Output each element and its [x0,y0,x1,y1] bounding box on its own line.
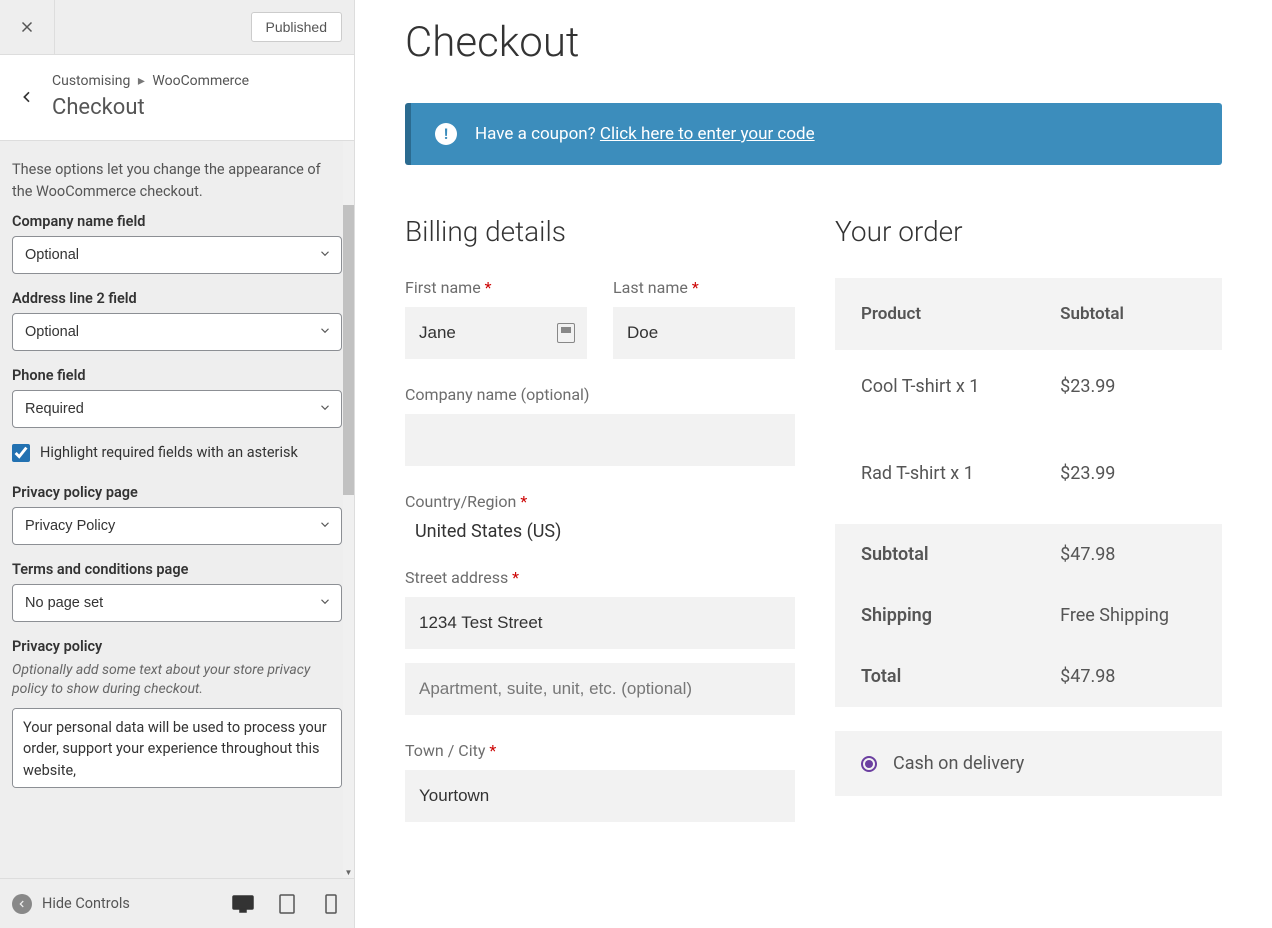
th-subtotal: Subtotal [1034,278,1222,350]
total-value: $47.98 [1034,646,1222,707]
billing-heading: Billing details [405,215,795,248]
terms-page-select[interactable]: No page set [12,584,342,622]
address2-field-select[interactable]: Optional [12,313,342,351]
highlight-required-label: Highlight required fields with an asteri… [40,444,298,461]
payment-method-label: Cash on delivery [893,753,1024,774]
company-field-label: Company name field [12,213,342,230]
city-label: Town / City * [405,741,795,760]
close-customizer-button[interactable] [0,0,55,55]
sidebar-scroll[interactable]: ▲ ▼ These options let you change the app… [0,141,354,878]
privacy-text-label: Privacy policy [12,638,342,655]
hide-controls-button[interactable]: Hide Controls [12,894,130,914]
total-label: Total [835,646,1034,707]
address2-input[interactable] [405,663,795,715]
back-button[interactable] [16,79,38,115]
company-name-label: Company name (optional) [405,385,795,404]
address2-field-label: Address line 2 field [12,290,342,307]
th-product: Product [835,278,1034,350]
breadcrumb-root: Customising [52,73,130,89]
preview-pane[interactable]: Checkout ! Have a coupon? Click here to … [355,0,1272,928]
table-row: Cool T-shirt x 1 $23.99 [835,350,1222,423]
autofill-icon[interactable] [557,323,575,343]
company-name-input[interactable] [405,414,795,466]
section-intro: These options let you change the appeara… [12,159,342,213]
chevron-left-icon [12,894,32,914]
phone-field-select[interactable]: Required [12,390,342,428]
coupon-notice: ! Have a coupon? Click here to enter you… [405,103,1222,165]
payment-method-row[interactable]: Cash on delivery [835,731,1222,796]
first-name-label: First name * [405,278,587,297]
tablet-device-icon[interactable] [276,893,298,915]
publish-button[interactable]: Published [251,12,343,42]
shipping-value: Free Shipping [1034,585,1222,646]
mobile-device-icon[interactable] [320,893,342,915]
privacy-text-textarea[interactable]: Your personal data will be used to proce… [12,708,342,788]
country-label: Country/Region * [405,492,795,511]
info-icon: ! [435,123,457,145]
country-value[interactable]: United States (US) [405,521,795,542]
coupon-link[interactable]: Click here to enter your code [600,124,815,144]
chevron-right-icon: ▸ [138,73,145,89]
notice-prefix: Have a coupon? [475,124,600,144]
scrollbar-thumb[interactable] [343,205,354,495]
terms-page-label: Terms and conditions page [12,561,342,578]
shipping-label: Shipping [835,585,1034,646]
city-input[interactable] [405,770,795,822]
desktop-device-icon[interactable] [232,893,254,915]
breadcrumb-parent: WooCommerce [152,73,249,89]
privacy-text-hint: Optionally add some text about your stor… [12,661,342,700]
section-title: Checkout [52,95,249,120]
street-input[interactable] [405,597,795,649]
scroll-down-icon[interactable]: ▼ [343,867,354,878]
company-field-select[interactable]: Optional [12,236,342,274]
page-title: Checkout [405,18,1222,67]
breadcrumb: Customising ▸ WooCommerce [52,73,249,89]
subtotal-value: $47.98 [1034,524,1222,585]
last-name-label: Last name * [613,278,795,297]
subtotal-label: Subtotal [835,524,1034,585]
street-label: Street address * [405,568,795,587]
radio-selected-icon[interactable] [861,756,877,772]
highlight-required-checkbox[interactable] [12,444,30,462]
phone-field-label: Phone field [12,367,342,384]
privacy-page-label: Privacy policy page [12,484,342,501]
last-name-input[interactable] [613,307,795,359]
order-table: Product Subtotal Cool T-shirt x 1 $23.99… [835,278,1222,707]
privacy-page-select[interactable]: Privacy Policy [12,507,342,545]
table-row: Rad T-shirt x 1 $23.99 [835,423,1222,524]
order-heading: Your order [835,215,1222,248]
hide-controls-label: Hide Controls [42,895,130,912]
